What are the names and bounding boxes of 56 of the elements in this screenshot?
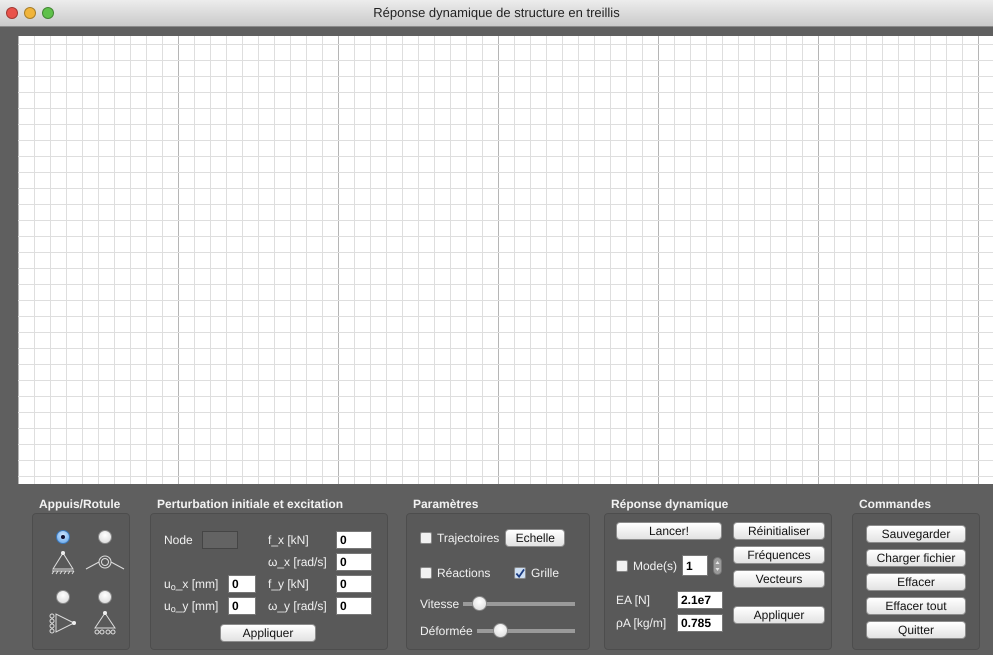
slider-label: Déformée	[420, 623, 473, 640]
field-label: ρA [kg/m]	[616, 615, 666, 632]
scale-button[interactable]: Echelle	[505, 529, 566, 547]
input-field[interactable]: 0	[228, 575, 256, 593]
section-title: Paramètres	[412, 496, 480, 510]
input-field[interactable]: 2.1e7	[677, 591, 723, 609]
section-title: Appuis/Rotule	[38, 496, 122, 510]
radio-button[interactable]	[56, 530, 70, 544]
field-label: Node	[164, 532, 193, 549]
checkbox[interactable]	[420, 567, 432, 579]
field-label: u$_{o}$_y [mm]	[164, 598, 220, 615]
button[interactable]: Sauvegarder	[866, 525, 966, 543]
button[interactable]: Quitter	[866, 621, 966, 639]
apply-button[interactable]: Appliquer	[220, 624, 316, 642]
slider-thumb[interactable]	[472, 596, 487, 611]
zoom-button[interactable]	[42, 7, 54, 19]
field-label: ω_x [rad/s]	[268, 554, 328, 571]
button[interactable]: Vecteurs	[733, 570, 825, 588]
checkbox[interactable]	[616, 560, 628, 572]
slider-label: Vitesse	[420, 596, 460, 613]
field-label: ω_y [rad/s]	[268, 598, 328, 615]
section-title: Commandes	[858, 496, 932, 510]
checkbox-label: Mode(s)	[633, 558, 678, 574]
window-title: Réponse dynamique de structure en treillis	[373, 5, 620, 20]
minimize-button[interactable]	[24, 7, 36, 19]
button[interactable]: Effacer	[866, 573, 966, 591]
stepper-icon[interactable]	[713, 556, 722, 574]
section-title: Perturbation initiale et excitation	[156, 496, 344, 510]
run-button[interactable]: Lancer!	[616, 522, 722, 540]
checkbox[interactable]	[420, 532, 432, 544]
checkbox-label: Réactions	[437, 565, 490, 582]
input-field[interactable]: 0	[336, 597, 372, 615]
checkbox[interactable]	[514, 567, 526, 579]
input-field[interactable]: 0	[228, 597, 256, 615]
button[interactable]: Effacer tout	[866, 597, 966, 615]
field-label: EA [N]	[616, 592, 650, 609]
button[interactable]: Charger fichier	[866, 549, 966, 567]
field-label: f_x [kN]	[268, 532, 310, 549]
button[interactable]: Réinitialiser	[733, 522, 825, 540]
radio-button[interactable]	[56, 590, 70, 604]
button[interactable]: Fréquences	[733, 546, 825, 564]
input-field[interactable]: 0	[336, 553, 372, 571]
mode-field[interactable]: 1	[682, 555, 708, 576]
apply-button[interactable]: Appliquer	[733, 606, 825, 624]
field-label: f_y [kN]	[268, 576, 310, 593]
checkbox-label: Trajectoires	[437, 530, 500, 547]
close-button[interactable]	[6, 7, 18, 19]
checkbox-label: Grille	[531, 565, 560, 582]
input-field[interactable]: 0.785	[677, 614, 723, 632]
section-title: Réponse dynamique	[610, 496, 730, 510]
slider-thumb[interactable]	[493, 623, 508, 638]
input-field[interactable]: 0	[336, 531, 372, 549]
field-label: u$_{o}$_x [mm]	[164, 576, 220, 593]
radio-button[interactable]	[98, 530, 112, 544]
radio-button[interactable]	[98, 590, 112, 604]
input-field[interactable]: 0	[336, 575, 372, 593]
